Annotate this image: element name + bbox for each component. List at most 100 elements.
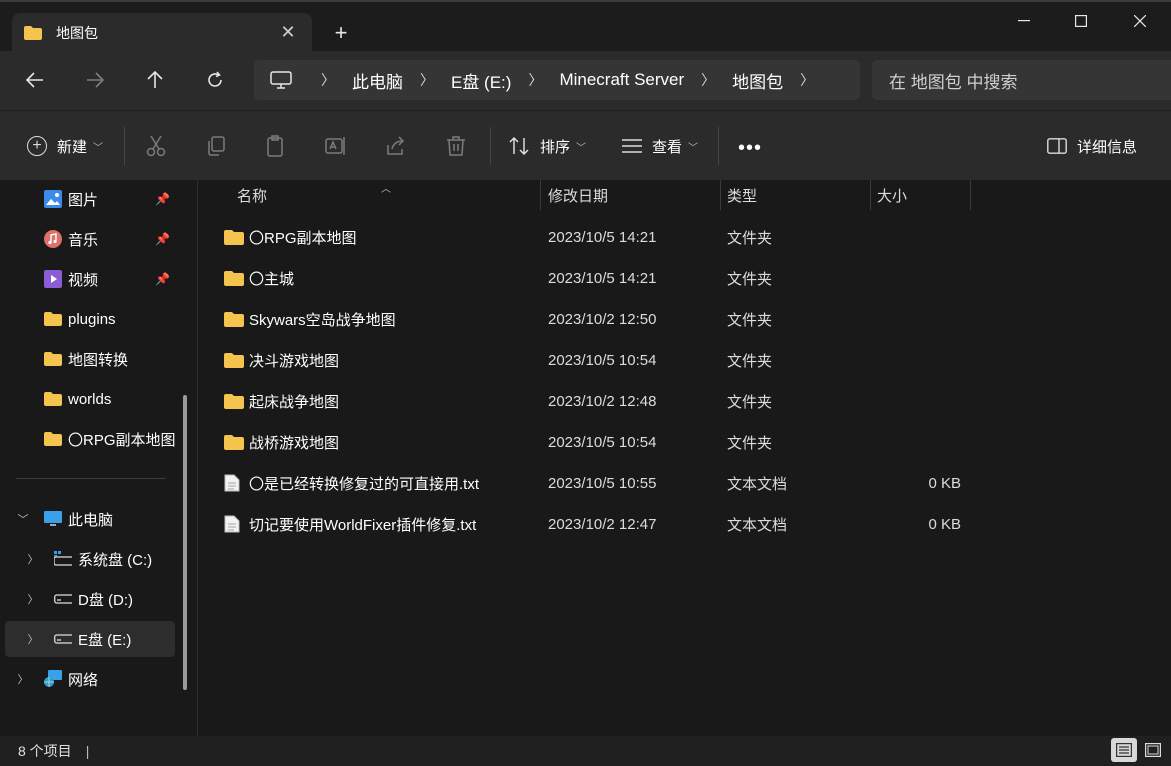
sort-button[interactable]: 排序 ﹀ (509, 131, 586, 161)
sidebar-item-network[interactable]: 〉 网络 (0, 661, 176, 697)
folder-icon (224, 392, 244, 410)
delete-icon[interactable] (445, 135, 467, 157)
table-row[interactable]: 〇RPG副本地图 2023/10/5 14:21 文件夹 (199, 217, 1171, 257)
column-header-type[interactable]: 类型 (727, 180, 757, 210)
sort-label: 排序 (540, 138, 571, 156)
file-modified: 2023/10/5 14:21 (548, 228, 657, 246)
drive-icon (54, 590, 72, 608)
file-name: 切记要使用WorldFixer插件修复.txt (249, 516, 477, 534)
file-size (871, 258, 961, 298)
sidebar-item-music[interactable]: 音乐 📌 (0, 221, 176, 257)
column-divider[interactable] (540, 180, 541, 210)
tab-current[interactable]: 地图包 ✕ (12, 13, 312, 53)
share-icon[interactable] (385, 135, 407, 157)
file-size: 0 KB (928, 474, 961, 492)
maximize-button[interactable] (1061, 8, 1101, 34)
sidebar-item-videos[interactable]: 视频 📌 (0, 261, 176, 297)
chevron-right-icon[interactable]: 〉 (26, 631, 40, 647)
column-divider[interactable] (720, 180, 721, 210)
minimize-icon (1018, 20, 1030, 22)
details-label: 详细信息 (1077, 138, 1138, 156)
view-button[interactable]: 查看 ﹀ (622, 131, 698, 161)
item-count: 8 个项目 (18, 743, 72, 759)
close-window-button[interactable] (1120, 8, 1160, 34)
more-options-button[interactable]: ••• (738, 133, 762, 163)
chevron-right-icon[interactable]: 〉 (26, 591, 40, 607)
minimize-button[interactable] (1004, 8, 1044, 34)
paste-icon[interactable] (265, 135, 287, 157)
search-input[interactable]: 在 地图包 中搜索 (872, 60, 1171, 100)
tiles-view-button[interactable] (1140, 738, 1166, 762)
drive-icon (54, 630, 72, 648)
sidebar-item-worlds[interactable]: worlds (0, 381, 176, 417)
sort-icon (509, 137, 529, 155)
table-row[interactable]: Skywars空岛战争地图 2023/10/2 12:50 文件夹 (199, 299, 1171, 339)
table-row[interactable]: 起床战争地图 2023/10/2 12:48 文件夹 (199, 381, 1171, 421)
copy-icon[interactable] (205, 135, 227, 157)
file-modified: 2023/10/5 10:54 (548, 433, 657, 451)
breadcrumb-item[interactable]: Minecraft Server (559, 70, 684, 90)
folder-icon (224, 433, 244, 451)
new-button[interactable]: + 新建 ﹀ (27, 131, 103, 161)
column-divider[interactable] (870, 180, 871, 210)
column-divider[interactable] (970, 180, 971, 210)
breadcrumb-item[interactable]: E盘 (E:) (451, 68, 511, 93)
up-button[interactable] (138, 65, 172, 95)
table-row[interactable]: 〇主城 2023/10/5 14:21 文件夹 (199, 258, 1171, 298)
plus-icon[interactable]: + (330, 22, 352, 44)
details-pane-button[interactable]: 详细信息 (1047, 131, 1137, 161)
breadcrumb-item[interactable]: 地图包 (732, 68, 783, 93)
sidebar-item-drive-c[interactable]: 〉 系统盘 (C:) (0, 541, 176, 577)
pin-icon[interactable]: 📌 (155, 192, 170, 206)
sidebar-item-this-pc[interactable]: ﹀ 此电脑 (0, 501, 176, 537)
folder-icon (44, 430, 62, 448)
sidebar-item-map-convert[interactable]: 地图转换 (0, 341, 176, 377)
details-view-button[interactable] (1111, 738, 1137, 762)
sidebar-item-label: 音乐 (68, 231, 99, 249)
sidebar-scrollbar[interactable] (183, 395, 187, 690)
chevron-right-icon[interactable]: 〉 (26, 551, 40, 567)
chevron-right-icon[interactable]: 〉 (528, 70, 542, 90)
file-size: 0 KB (928, 515, 961, 533)
tab-title: 地图包 (56, 25, 98, 41)
pin-icon[interactable]: 📌 (155, 272, 170, 286)
sort-ascending-icon: ︿ (381, 184, 391, 195)
computer-icon (270, 71, 292, 89)
column-header-modified[interactable]: 修改日期 (548, 180, 608, 210)
chevron-right-icon[interactable]: 〉 (321, 70, 335, 90)
table-row[interactable]: 〇是已经转换修复过的可直接用.txt 2023/10/5 10:55 文本文档 … (199, 463, 1171, 503)
sidebar-item-plugins[interactable]: plugins (0, 301, 176, 337)
toolbar-divider (718, 127, 719, 165)
rename-icon[interactable] (325, 135, 347, 157)
music-icon (44, 230, 62, 248)
cut-icon[interactable] (145, 135, 167, 157)
back-button[interactable] (18, 65, 52, 95)
table-row[interactable]: 切记要使用WorldFixer插件修复.txt 2023/10/2 12:47 … (199, 504, 1171, 544)
sidebar-item-rpg-map[interactable]: 〇RPG副本地图 (0, 421, 176, 457)
close-icon (1134, 15, 1146, 27)
table-row[interactable]: 战桥游戏地图 2023/10/5 10:54 文件夹 (199, 422, 1171, 462)
table-row[interactable]: 决斗游戏地图 2023/10/5 10:54 文件夹 (199, 340, 1171, 380)
forward-button[interactable] (78, 65, 112, 95)
chevron-right-icon[interactable]: 〉 (800, 70, 814, 90)
column-header-name[interactable]: 名称 (237, 180, 267, 210)
sidebar-item-pictures[interactable]: 图片 📌 (0, 181, 176, 217)
chevron-right-icon[interactable]: 〉 (16, 671, 30, 687)
sidebar-item-drive-d[interactable]: 〉 D盘 (D:) (0, 581, 176, 617)
videos-icon (44, 270, 62, 288)
file-size (871, 340, 961, 380)
file-modified: 2023/10/2 12:48 (548, 392, 657, 410)
pin-icon[interactable]: 📌 (155, 232, 170, 246)
status-bar: 8 个项目 | (0, 736, 1171, 766)
refresh-button[interactable] (198, 65, 232, 95)
file-modified: 2023/10/2 12:50 (548, 310, 657, 328)
close-icon[interactable]: ✕ (278, 22, 298, 42)
chevron-right-icon[interactable]: 〉 (701, 70, 715, 90)
file-type: 文件夹 (727, 434, 773, 452)
sidebar-item-drive-e[interactable]: 〉 E盘 (E:) (5, 621, 175, 657)
chevron-right-icon[interactable]: 〉 (420, 70, 434, 90)
breadcrumb-item[interactable]: 此电脑 (352, 68, 403, 93)
chevron-down-icon[interactable]: ﹀ (16, 511, 30, 527)
column-header-size[interactable]: 大小 (877, 180, 907, 210)
breadcrumb[interactable]: 〉 此电脑 〉 E盘 (E:) 〉 Minecraft Server 〉 地图包… (254, 60, 860, 100)
